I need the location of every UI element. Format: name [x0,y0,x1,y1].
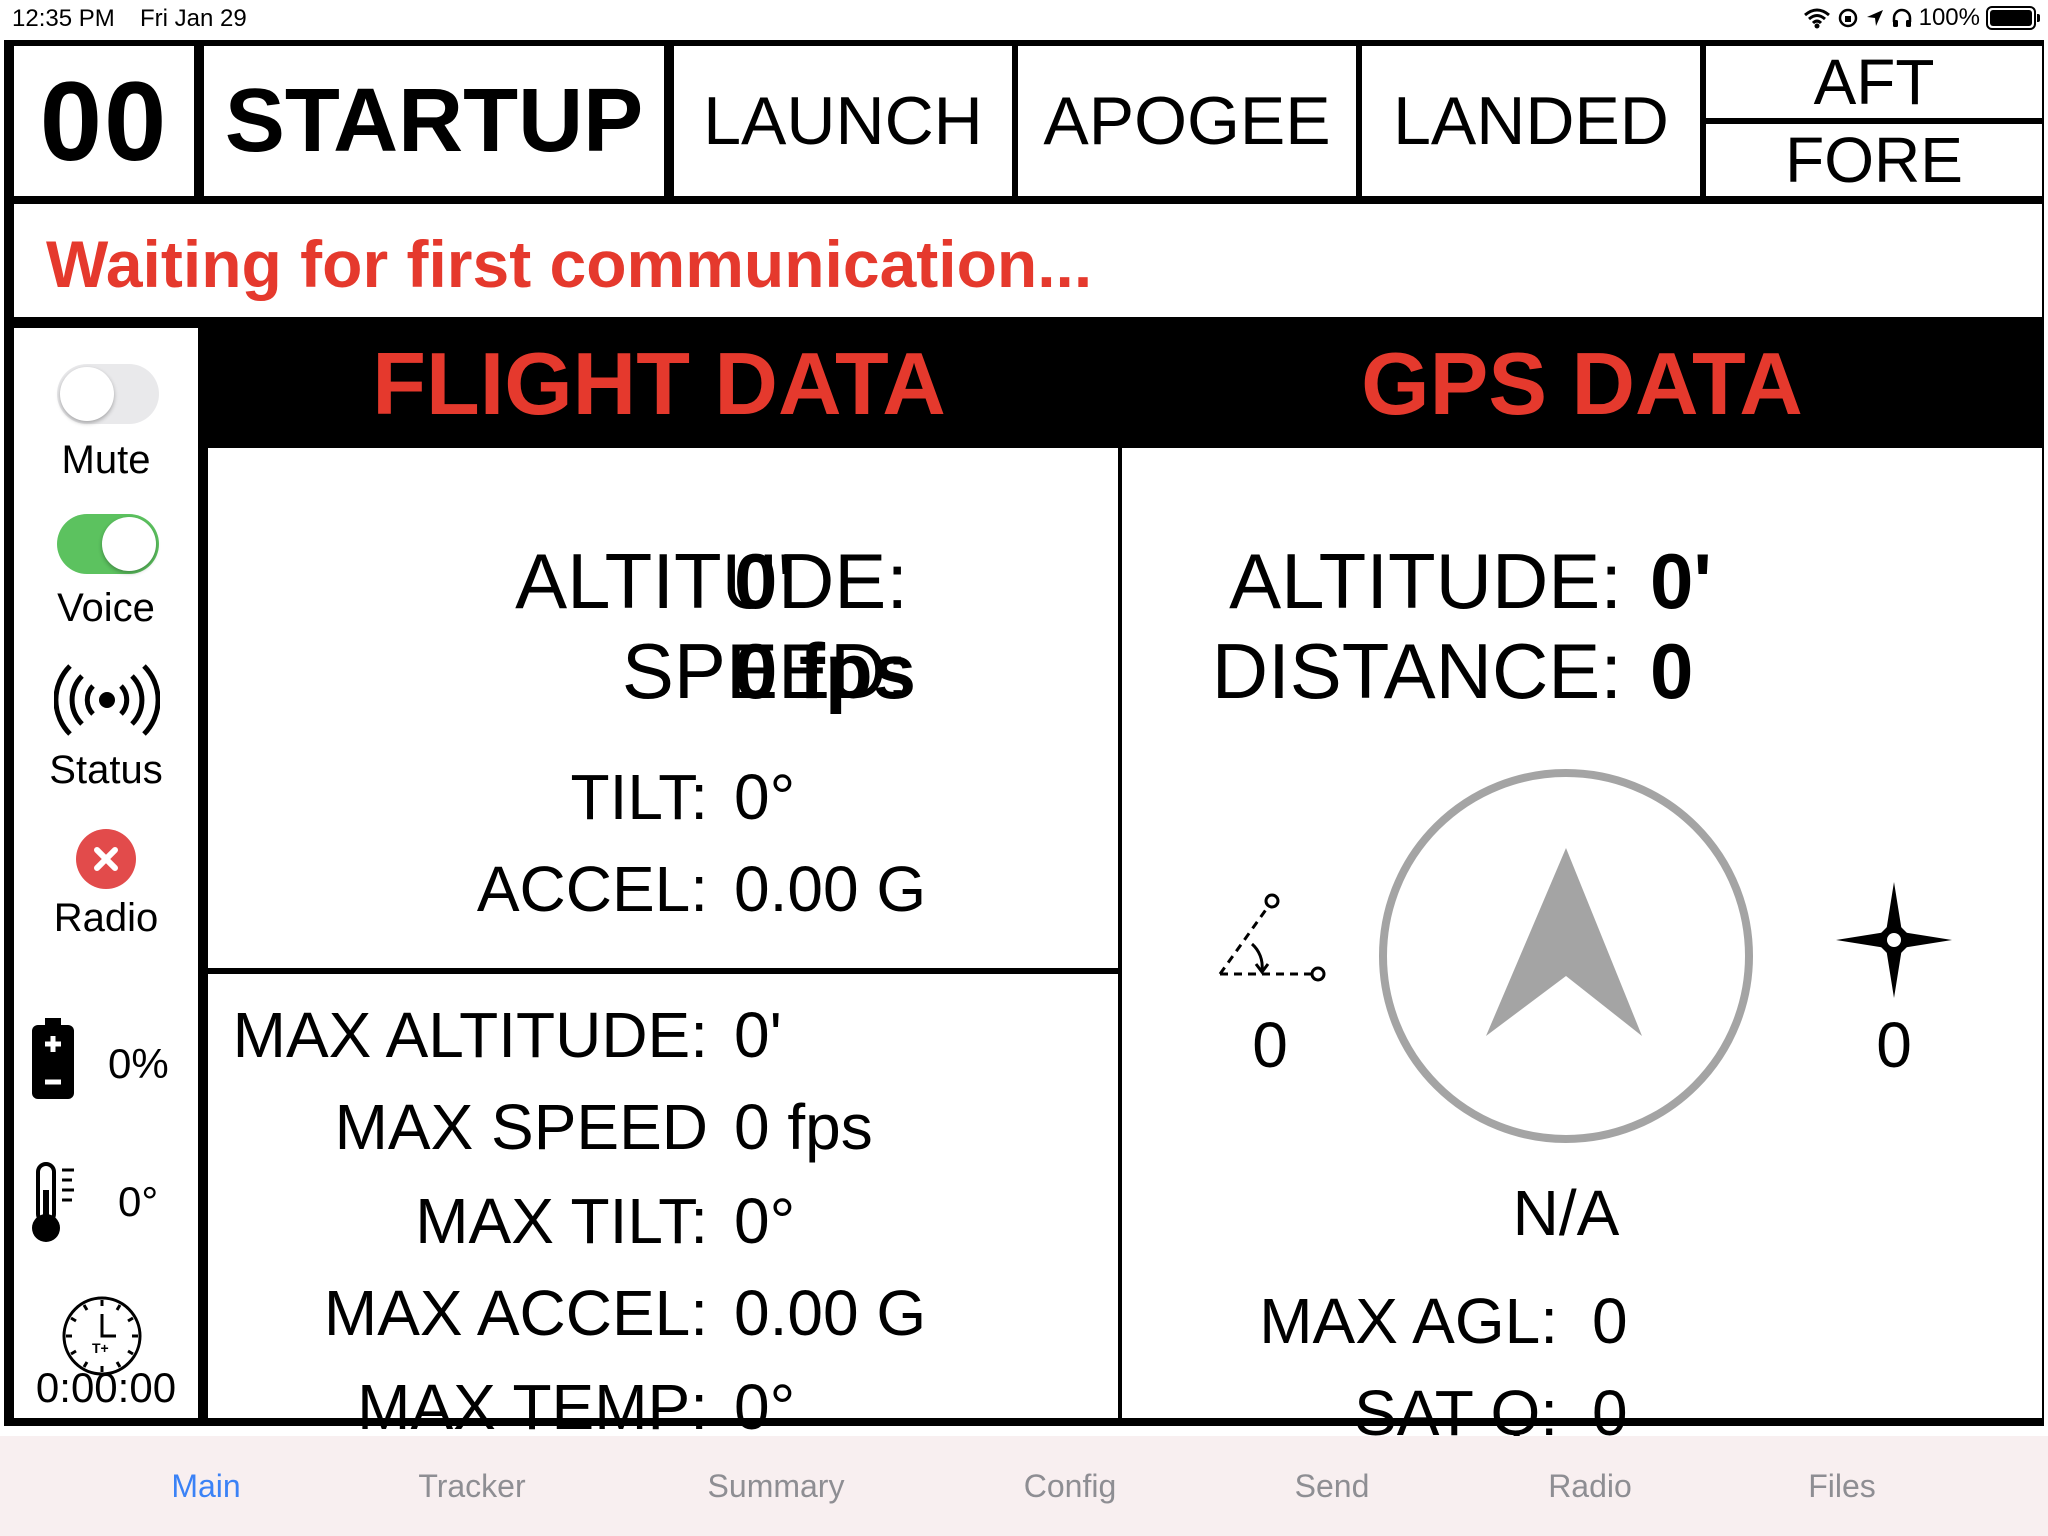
message-banner: Waiting for first communication... [14,204,2042,317]
compass-rose-icon [1836,882,1952,998]
aft-indicator[interactable]: AFT [1706,46,2042,118]
status-time: 12:35 PM [12,5,115,32]
voice-toggle[interactable] [57,514,159,574]
max-temp-label: MAX TEMP: [357,1371,708,1443]
temp-value: 0° [118,1178,159,1225]
gps-altitude-value: 0' [1650,537,1712,625]
gps-panel: ALTITUDE: 0' DISTANCE: 0 0 N/A 0 MAX AGL… [1122,448,2042,1449]
tab-bar: Main Tracker Summary Config Send Radio F… [0,1436,2048,1536]
timer-icon-text: T+ [92,1340,109,1356]
elevation-angle-icon [1218,893,1326,982]
max-speed-value: 0 fps [734,1091,873,1163]
altitude-value: 0' [734,537,796,625]
tab-tracker[interactable]: Tracker [418,1468,525,1505]
flight-current-panel: ALTITUDE: SPEED: 0' 0 fps TILT: 0° ACCEL… [208,448,1118,968]
status-date: Fri Jan 29 [140,5,247,32]
main-frame: 00 STARTUP LAUNCH APOGEE LANDED AFT FORE… [4,40,2044,1449]
tab-send[interactable]: Send [1295,1468,1370,1505]
max-agl-label: MAX AGL: [1259,1285,1558,1357]
altitude-label: ALTITUDE: [515,537,908,625]
battery-value: 0% [108,1040,169,1087]
max-altitude-value: 0' [734,999,782,1071]
max-accel-value: 0.00 G [734,1277,927,1349]
tab-radio[interactable]: Radio [1548,1468,1632,1505]
status-label: Status [49,748,163,792]
mute-toggle[interactable] [57,364,159,424]
status-indicators: 100% [1803,4,2040,32]
tab-config[interactable]: Config [1024,1468,1117,1505]
accel-label: ACCEL: [476,853,708,925]
battery-percent: 100% [1918,4,1980,31]
orientation-lock-icon [1838,8,1857,28]
distance-label: DISTANCE: [1211,627,1622,715]
compass-readout: N/A [1512,1177,1620,1249]
phase-startup: STARTUP [204,46,664,196]
max-temp-value: 0° [734,1371,796,1443]
flight-data-header: FLIGHT DATA [200,328,1118,440]
radio-label: Radio [53,896,159,940]
accel-value: 0.00 G [734,853,927,925]
tab-files[interactable]: Files [1808,1468,1876,1505]
speed-value: 0 fps [734,627,917,715]
timer-value: 0:00:00 [35,1364,177,1411]
bearing-value: 0 [1876,1009,1912,1081]
gps-data-header: GPS DATA [1122,328,2042,440]
max-tilt-label: MAX TILT: [415,1185,708,1257]
thermometer-icon [32,1162,74,1242]
mute-label: Mute [61,438,151,482]
tilt-value: 0° [734,761,796,833]
tab-main[interactable]: Main [171,1468,240,1505]
max-tilt-value: 0° [734,1185,796,1257]
max-accel-label: MAX ACCEL: [323,1277,708,1349]
elevation-angle-value: 0 [1252,1009,1288,1081]
max-speed-label: MAX SPEED [334,1091,708,1163]
flight-data-title: FLIGHT DATA [372,334,946,433]
wifi-icon [1803,8,1830,29]
battery-icon [1986,6,2040,30]
gps-altitude-label: ALTITUDE: [1229,537,1622,625]
fore-indicator[interactable]: FORE [1706,124,2042,196]
headphones-icon [1892,8,1911,27]
location-icon [1866,10,1883,26]
max-altitude-label: MAX ALTITUDE: [232,999,708,1071]
max-agl-value: 0 [1592,1285,1628,1357]
sidebar: Mute Voice Status Radio 0% 0° T+ 0:00:00 [14,328,198,1418]
flight-max-panel: MAX ALTITUDE: 0' MAX SPEED 0 fps MAX TIL… [208,974,1118,1443]
message-text: Waiting for first communication... [46,227,1093,301]
phase-landed: LANDED [1362,46,1700,196]
phase-apogee: APOGEE [1018,46,1356,196]
radio-error-icon[interactable] [75,828,137,890]
gps-data-title: GPS DATA [1361,334,1803,433]
voice-label: Voice [57,586,155,630]
compass-icon [1379,769,1753,1143]
broadcast-icon[interactable] [54,662,160,738]
status-bar: 12:35 PM Fri Jan 29 100% [0,0,2048,38]
phase-launch: LAUNCH [674,46,1012,196]
phase-counter: 00 [14,46,194,196]
tilt-label: TILT: [570,761,709,833]
battery-level-icon [32,1018,74,1099]
distance-value: 0 [1650,627,1694,715]
tab-summary[interactable]: Summary [708,1468,845,1505]
